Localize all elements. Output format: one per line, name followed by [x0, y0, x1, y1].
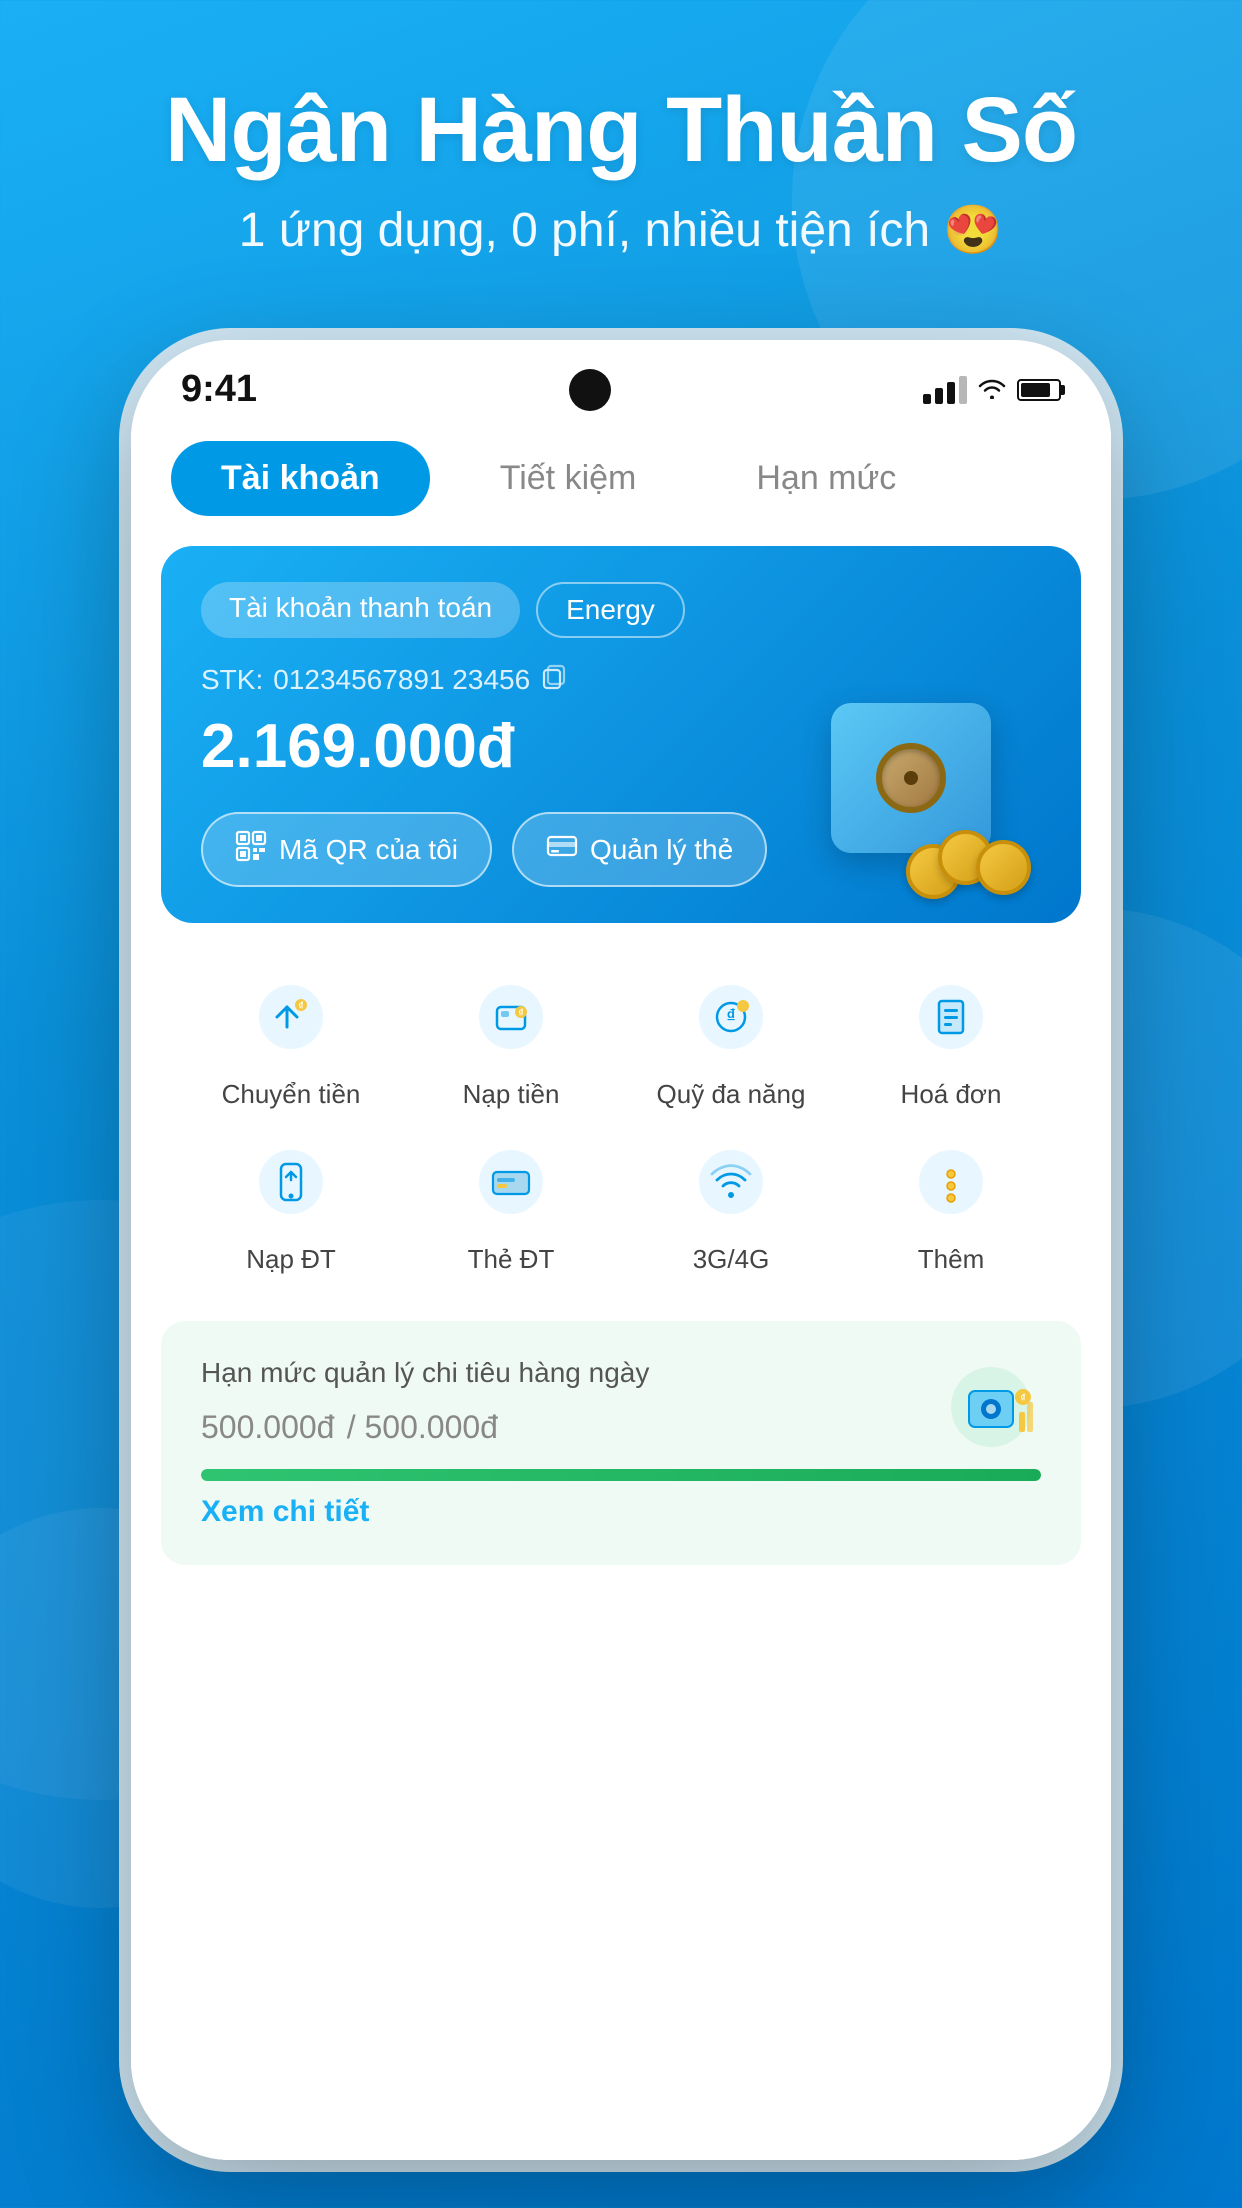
action-3g4g[interactable]: 3G/4G — [631, 1134, 831, 1275]
svg-text:₫: ₫ — [518, 1008, 523, 1019]
phone-inner: 9:41 — [131, 340, 1111, 2160]
wifi-data-icon — [683, 1134, 779, 1230]
action-nap-tien[interactable]: ₫ Nạp tiền — [411, 969, 611, 1110]
header-subtitle: 1 ứng dụng, 0 phí, nhiều tiện ích 😍 — [0, 201, 1242, 258]
account-badges: Tài khoản thanh toán Energy — [201, 582, 1041, 638]
tab-nav: Tài khoản Tiết kiệm Hạn mức — [131, 421, 1111, 536]
stk-label: STK: — [201, 664, 263, 696]
quick-actions: ₫ Chuyển tiền ₫ — [161, 939, 1081, 1305]
action-nap-dt[interactable]: Nạp ĐT — [191, 1134, 391, 1275]
budget-cta[interactable]: Xem chi tiết — [201, 1495, 1041, 1529]
fund-icon: ₫ — [683, 969, 779, 1065]
tab-tai-khoan[interactable]: Tài khoản — [171, 441, 430, 516]
bill-icon — [903, 969, 999, 1065]
copy-icon[interactable] — [540, 662, 568, 697]
budget-card: Hạn mức quản lý chi tiêu hàng ngày 500.0… — [161, 1321, 1081, 1565]
send-money-icon: ₫ — [243, 969, 339, 1065]
camera-notch — [569, 369, 611, 411]
budget-amount-value: 500.000đ — [201, 1409, 334, 1445]
wifi-icon — [977, 374, 1007, 406]
action-label-nap-tien: Nạp tiền — [463, 1079, 560, 1110]
card-icon — [546, 832, 578, 867]
qr-icon — [235, 830, 267, 869]
svg-text:₫: ₫ — [298, 1001, 303, 1012]
action-hoa-don[interactable]: Hoá đơn — [851, 969, 1051, 1110]
header-title: Ngân Hàng Thuần Số — [0, 80, 1242, 181]
badge-tai-khoan: Tài khoản thanh toán — [201, 582, 520, 638]
budget-total: / 500.000đ — [347, 1409, 498, 1445]
qr-button-label: Mã QR của tôi — [279, 834, 458, 866]
budget-title: Hạn mức quản lý chi tiêu hàng ngày — [201, 1357, 1041, 1389]
status-time: 9:41 — [181, 368, 257, 411]
top-up-icon: ₫ — [463, 969, 559, 1065]
phone-top-icon — [243, 1134, 339, 1230]
action-label-quy-da-nang: Quỹ đa năng — [657, 1079, 806, 1110]
svg-text:₫: ₫ — [1020, 1393, 1025, 1404]
qr-button[interactable]: Mã QR của tôi — [201, 812, 492, 887]
action-label-them: Thêm — [918, 1244, 984, 1275]
tab-han-muc[interactable]: Hạn mức — [706, 441, 946, 516]
budget-progress-fill — [201, 1469, 1041, 1481]
action-label-chuyen-tien: Chuyển tiền — [222, 1079, 361, 1110]
card-manage-button[interactable]: Quản lý thẻ — [512, 812, 767, 887]
battery-icon — [1017, 379, 1061, 401]
safe-illustration — [791, 703, 1051, 903]
action-them[interactable]: Thêm — [851, 1134, 1051, 1275]
action-label-3g4g: 3G/4G — [693, 1244, 770, 1275]
account-card: Tài khoản thanh toán Energy STK: 0123456… — [161, 546, 1081, 923]
action-the-dt[interactable]: Thẻ ĐT — [411, 1134, 611, 1275]
tab-tiet-kiem[interactable]: Tiết kiệm — [450, 441, 687, 516]
svg-text:₫: ₫ — [726, 1006, 735, 1026]
badge-energy: Energy — [536, 582, 685, 638]
budget-amount: 500.000đ / 500.000đ — [201, 1399, 1041, 1449]
budget-icon: ₫ — [941, 1357, 1041, 1457]
status-bar: 9:41 — [131, 340, 1111, 421]
more-icon — [903, 1134, 999, 1230]
actions-row-1: ₫ Chuyển tiền ₫ — [191, 969, 1051, 1110]
action-label-nap-dt: Nạp ĐT — [246, 1244, 336, 1275]
action-label-hoa-don: Hoá đơn — [901, 1079, 1002, 1110]
stk-value: 01234567891 23456 — [273, 664, 530, 696]
phone-card-icon — [463, 1134, 559, 1230]
account-stk: STK: 01234567891 23456 — [201, 662, 1041, 697]
actions-row-2: Nạp ĐT Thẻ ĐT — [191, 1134, 1051, 1275]
status-icons — [923, 374, 1061, 406]
action-chuyen-tien[interactable]: ₫ Chuyển tiền — [191, 969, 391, 1110]
signal-bars-icon — [923, 376, 967, 404]
action-label-the-dt: Thẻ ĐT — [468, 1244, 555, 1275]
action-quy-da-nang[interactable]: ₫ Quỹ đa năng — [631, 969, 831, 1110]
budget-progress-bar — [201, 1469, 1041, 1481]
app-content: Tài khoản Tiết kiệm Hạn mức Tài khoản th… — [131, 421, 1111, 2160]
header-section: Ngân Hàng Thuần Số 1 ứng dụng, 0 phí, nh… — [0, 0, 1242, 318]
card-manage-button-label: Quản lý thẻ — [590, 834, 733, 866]
phone-mockup: 9:41 — [131, 340, 1111, 2160]
